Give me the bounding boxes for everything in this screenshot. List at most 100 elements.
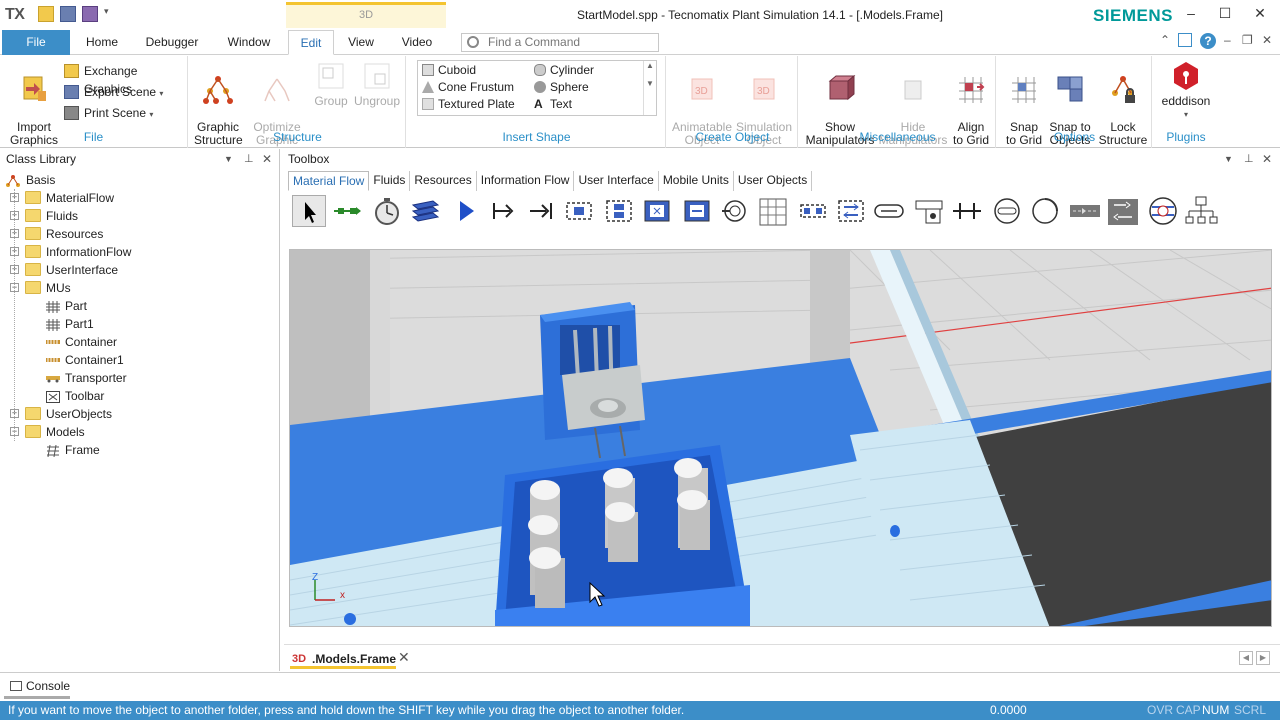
console-tab-underline — [4, 696, 70, 699]
toolbox-tab-fluids[interactable]: Fluids — [369, 171, 411, 191]
connector-tool[interactable] — [330, 195, 364, 227]
parallelproc-tool[interactable] — [562, 195, 596, 227]
close-panel-icon[interactable]: ✕ — [1262, 149, 1272, 169]
turntable-tool[interactable] — [950, 195, 984, 227]
tree-item-part[interactable]: Part — [0, 297, 278, 315]
find-command-input[interactable]: Find a Command — [461, 33, 659, 52]
tab-edit[interactable]: Edit — [288, 30, 334, 55]
status-value: 0.0000 — [990, 703, 1027, 717]
console-tab[interactable]: Console — [8, 679, 70, 693]
placebuffer-tool[interactable] — [1106, 195, 1140, 227]
close-panel-icon[interactable]: ✕ — [262, 149, 272, 169]
singleproc-tool[interactable] — [524, 195, 558, 227]
tree-item-basis[interactable]: Basis — [0, 171, 278, 189]
tab-file[interactable]: File — [2, 30, 70, 55]
close-window-button[interactable]: ✕ — [1249, 5, 1271, 25]
source-tool[interactable] — [448, 195, 482, 227]
drain-tool[interactable] — [486, 195, 520, 227]
buffer-tool[interactable] — [756, 195, 790, 227]
tree-item-frame[interactable]: Frame — [0, 441, 278, 459]
toolbox-tab-user-objects[interactable]: User Objects — [734, 171, 813, 191]
angular-converter-tool[interactable] — [912, 195, 946, 227]
drain-tool-icon — [493, 203, 514, 219]
toolbox-tab-material-flow[interactable]: Material Flow — [288, 171, 370, 191]
toolbox-tab-user-interface[interactable]: User Interface — [574, 171, 659, 191]
scroll-tabs-right-icon[interactable]: ▶ — [1256, 651, 1270, 665]
tab-home[interactable]: Home — [78, 30, 126, 55]
group-button[interactable]: Group — [312, 60, 350, 108]
print-scene-button[interactable]: Print Scene ▾ — [64, 104, 153, 122]
scroll-tabs-left-icon[interactable]: ◀ — [1239, 651, 1253, 665]
maximize-button[interactable]: ☐ — [1214, 5, 1236, 25]
tree-item-informationflow[interactable]: + InformationFlow — [0, 243, 278, 261]
tree-item-container1[interactable]: Container1 — [0, 351, 278, 369]
toolbox-tab-information-flow[interactable]: Information Flow — [477, 171, 575, 191]
tree-item-fluids[interactable]: + Fluids — [0, 207, 278, 225]
toolbox-tab-mobile-units[interactable]: Mobile Units — [659, 171, 734, 191]
help-icon[interactable]: ? — [1200, 33, 1216, 49]
cuboid-item[interactable]: Cuboid — [420, 62, 476, 78]
eventcontroller-tool[interactable] — [370, 195, 404, 227]
doc-restore-icon[interactable]: ❐ — [1242, 33, 1253, 47]
collapse-ribbon-icon[interactable]: ⌃ — [1160, 33, 1170, 47]
transfer-station-tool[interactable] — [1068, 195, 1102, 227]
doc-tab-frame[interactable]: 3D .Models.Frame — [290, 649, 397, 669]
close-tab-icon[interactable]: ✕ — [398, 649, 410, 666]
sorter-tool[interactable] — [796, 195, 830, 227]
shift-tool[interactable] — [680, 195, 714, 227]
tab-view[interactable]: View — [340, 30, 382, 55]
export-scene-button[interactable]: Export Scene ▾ — [64, 83, 163, 101]
source-tool-icon — [460, 201, 474, 221]
cone-frustum-item[interactable]: Cone Frustum — [420, 79, 514, 95]
turnstile-tool[interactable] — [1184, 195, 1218, 227]
text-item[interactable]: A Text — [532, 96, 572, 112]
cylinder-item[interactable]: Cylinder — [532, 62, 594, 78]
tree-item-toolbar[interactable]: Toolbar — [0, 387, 278, 405]
line-tool[interactable] — [872, 195, 906, 227]
customize-qat-icon[interactable]: ▾ — [104, 6, 112, 22]
3d-viewport[interactable]: Z x — [289, 249, 1272, 627]
open-folder-icon[interactable] — [38, 6, 54, 22]
exchange-graphics-button[interactable]: Exchange Graphics — [64, 62, 187, 96]
minimize-button[interactable]: – — [1180, 5, 1202, 25]
3d-scene[interactable]: Z x — [290, 250, 1272, 627]
gallery-scroll[interactable]: ▲ ▼ — [643, 61, 656, 115]
edddison-button[interactable]: edddison ▾ — [1156, 60, 1216, 121]
assembly-tool[interactable] — [602, 195, 636, 227]
toolbox-tab-resources[interactable]: Resources — [410, 171, 477, 191]
tab-window[interactable]: Window — [220, 30, 278, 55]
tree-item-userobjects[interactable]: + UserObjects — [0, 405, 278, 423]
tab-debugger[interactable]: Debugger — [138, 30, 206, 55]
pointer-tool[interactable] — [292, 195, 326, 227]
store-tool[interactable] — [718, 195, 752, 227]
tab-video[interactable]: Video — [394, 30, 440, 55]
tree-item-container[interactable]: Container — [0, 333, 278, 351]
ungroup-button[interactable]: Ungroup — [352, 60, 402, 108]
tree-item-userinterface[interactable]: + UserInterface — [0, 261, 278, 279]
tree-item-mus[interactable]: − MUs — [0, 279, 278, 297]
pin-icon[interactable]: ⊥ — [1244, 149, 1254, 169]
tree-item-part1[interactable]: Part1 — [0, 315, 278, 333]
panel-dropdown-icon[interactable]: ▼ — [1224, 149, 1233, 169]
sphere-item[interactable]: Sphere — [532, 79, 589, 95]
ribbon-tab-row: File Home Debugger Window Edit View Vide… — [0, 30, 1280, 55]
doc-close-icon[interactable]: ✕ — [1262, 33, 1272, 47]
pin-icon[interactable]: ⊥ — [244, 149, 254, 169]
window-layout-icon[interactable] — [1178, 33, 1192, 47]
tree-item-resources[interactable]: + Resources — [0, 225, 278, 243]
turnplate-tool[interactable] — [1028, 195, 1062, 227]
panel-dropdown-icon[interactable]: ▼ — [224, 149, 233, 169]
sorter2-tool[interactable] — [1146, 195, 1180, 227]
tree-item-materialflow[interactable]: + MaterialFlow — [0, 189, 278, 207]
track-tool[interactable] — [990, 195, 1024, 227]
dismantle-tool[interactable] — [640, 195, 674, 227]
cycle-tool[interactable] — [834, 195, 868, 227]
save-icon[interactable] — [60, 6, 76, 22]
doc-minimize-icon[interactable]: – — [1224, 33, 1231, 47]
tree-item-models[interactable]: − Models — [0, 423, 278, 441]
save-as-icon[interactable] — [82, 6, 98, 22]
textured-plate-item[interactable]: Textured Plate — [420, 96, 515, 112]
svg-text:x: x — [340, 590, 345, 601]
flowcontrol-tool[interactable] — [408, 195, 442, 227]
tree-item-transporter[interactable]: Transporter — [0, 369, 278, 387]
